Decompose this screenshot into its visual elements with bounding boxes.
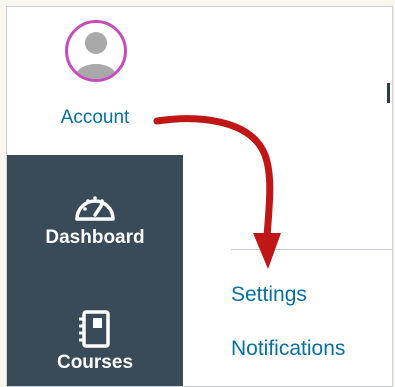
- canvas-window: Account Dashboard Courses Settings Notif…: [6, 6, 393, 387]
- annotation-arrow-icon: [153, 115, 281, 269]
